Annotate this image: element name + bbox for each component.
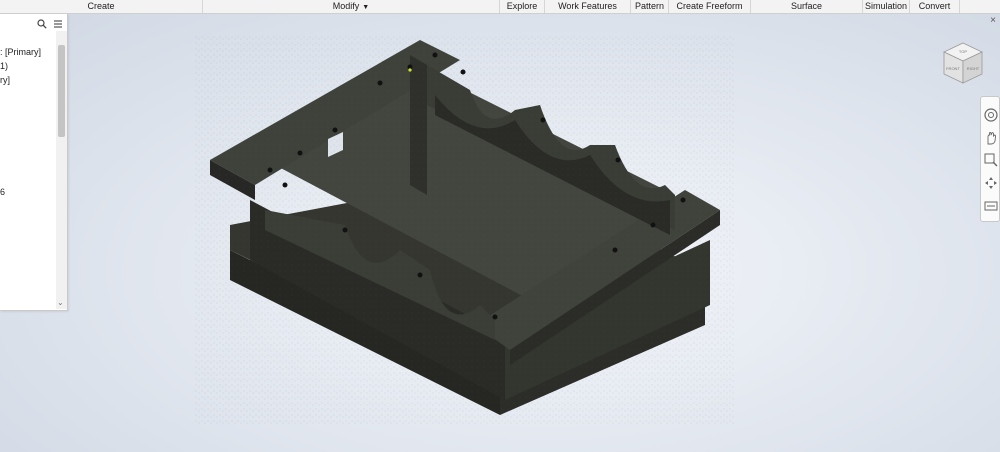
model-viewport-part[interactable] — [195, 35, 735, 425]
ribbon-group-convert[interactable]: Convert — [910, 0, 960, 13]
viewcube-top-label: TOP — [959, 49, 967, 54]
ribbon-group-label: Pattern — [634, 1, 665, 11]
ribbon-group-label: Explore — [506, 1, 538, 11]
tree-node[interactable]: 1) — [0, 61, 8, 72]
dropdown-caret-icon[interactable]: ▼ — [362, 4, 369, 11]
browser-scrollbar[interactable]: ⌄ — [56, 31, 67, 309]
scrollbar-thumb[interactable] — [58, 45, 65, 137]
ribbon-group-pattern[interactable]: Pattern — [631, 0, 669, 13]
ribbon-group-work-features[interactable]: Work Features — [545, 0, 631, 13]
ribbon-panel-bar: Create Modify ▼ Explore Work Features Pat… — [0, 0, 1000, 14]
chevron-down-icon[interactable]: ⌄ — [57, 298, 64, 307]
selection-point — [408, 68, 412, 72]
ribbon-group-surface[interactable]: Surface — [751, 0, 863, 13]
tree-node-label: : [Primary] — [0, 47, 42, 57]
tree-node[interactable]: ry] — [0, 75, 10, 86]
look-at-icon[interactable] — [983, 198, 999, 214]
ribbon-group-label: Create Freeform — [676, 1, 743, 11]
ribbon-group-label: Modify — [332, 1, 360, 11]
navigation-bar — [980, 96, 1000, 222]
ribbon-group-label: Surface — [790, 1, 823, 11]
ribbon-group-label: Convert — [918, 1, 951, 11]
ribbon-group-create[interactable]: Create — [0, 0, 203, 13]
tree-node-label: 6 — [0, 187, 6, 197]
close-icon[interactable]: × — [990, 15, 996, 26]
ribbon-group-explore[interactable]: Explore — [500, 0, 545, 13]
search-icon[interactable] — [37, 19, 47, 29]
browser-toolbar — [37, 18, 63, 30]
viewcube[interactable]: TOP FRONT RIGHT — [940, 40, 986, 86]
ribbon-group-label: Create — [87, 1, 115, 11]
model-browser-panel: : [Primary] 1) ry] 6 ⌄ — [0, 14, 68, 311]
zoom-icon[interactable] — [983, 152, 999, 168]
tree-node[interactable]: : [Primary] — [0, 47, 41, 58]
menu-icon[interactable] — [53, 19, 63, 29]
ribbon-group-create-freeform[interactable]: Create Freeform — [669, 0, 751, 13]
tree-node-label: ry] — [0, 75, 10, 85]
tree-node[interactable]: 6 — [0, 187, 5, 198]
viewcube-right-label: RIGHT — [967, 66, 980, 71]
tree-node-label: 1) — [0, 61, 9, 71]
steering-wheel-icon[interactable] — [983, 107, 999, 123]
ribbon-group-label: Simulation — [864, 1, 908, 11]
ribbon-group-simulation[interactable]: Simulation — [863, 0, 910, 13]
pan-hand-icon[interactable] — [983, 130, 999, 146]
ribbon-group-modify[interactable]: Modify ▼ — [203, 0, 500, 13]
orbit-icon[interactable] — [983, 175, 999, 191]
viewcube-front-label: FRONT — [946, 66, 960, 71]
ribbon-group-label: Work Features — [558, 1, 617, 11]
